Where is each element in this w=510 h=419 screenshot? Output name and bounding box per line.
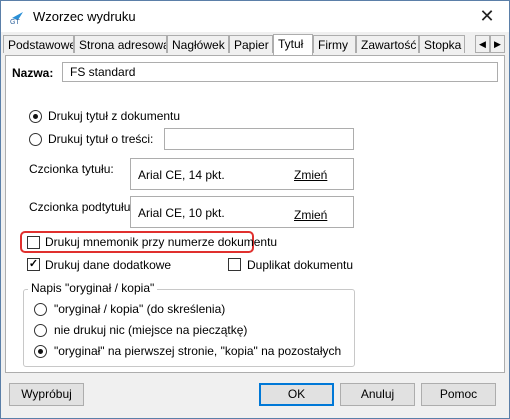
change-subtitle-font-link[interactable]: Zmień: [294, 208, 327, 222]
window-title: Wzorzec wydruku: [33, 9, 136, 24]
tab-zawartosc[interactable]: Zawartość: [356, 35, 419, 53]
radio-title-custom-label: Drukuj tytuł o treści:: [48, 132, 154, 146]
title-bar: GT Wzorzec wydruku ✕: [1, 1, 509, 32]
custom-title-input[interactable]: [164, 128, 354, 150]
radio-print-nothing[interactable]: [34, 324, 47, 337]
name-label: Nazwa:: [12, 66, 54, 80]
close-button[interactable]: ✕: [465, 1, 509, 32]
subtitle-font-label: Czcionka podtytułu:: [29, 200, 134, 214]
original-copy-group-legend: Napis "oryginał / kopia": [28, 281, 158, 295]
ok-button[interactable]: OK: [259, 383, 334, 406]
tab-tytul[interactable]: Tytuł: [273, 34, 313, 55]
tab-stopka[interactable]: Stopka: [419, 35, 465, 53]
tab-firmy[interactable]: Firmy: [313, 35, 356, 53]
svg-text:GT: GT: [10, 19, 20, 25]
tab-scroll-right-icon[interactable]: ▶: [490, 35, 505, 53]
cancel-button[interactable]: Anuluj: [340, 383, 415, 406]
app-logo-icon: GT: [10, 12, 23, 25]
radio-title-custom[interactable]: [29, 133, 42, 146]
help-button[interactable]: Pomoc: [421, 383, 496, 406]
radio-original-copy-strike[interactable]: [34, 303, 47, 316]
subtitle-font-box: Arial CE, 10 pkt. Zmień: [130, 196, 354, 228]
checkbox-mnemonic[interactable]: [27, 236, 40, 249]
radio-original-copy-strike-label: "oryginał / kopia" (do skreślenia): [54, 302, 226, 316]
close-icon: ✕: [479, 6, 495, 26]
title-font-box: Arial CE, 14 pkt. Zmień: [130, 158, 354, 190]
tab-naglowek[interactable]: Nagłówek: [167, 35, 229, 53]
tab-panel-tytul: Nazwa: FS standard Drukuj tytuł z dokume…: [5, 55, 505, 373]
radio-print-nothing-label: nie drukuj nic (miejsce na pieczątkę): [54, 323, 248, 337]
subtitle-font-value: Arial CE, 10 pkt.: [138, 206, 225, 220]
tab-strip: Podstawowe Strona adresowa Nagłówek Papi…: [1, 34, 509, 55]
radio-title-from-document[interactable]: [29, 110, 42, 123]
preview-button[interactable]: Wypróbuj: [9, 383, 84, 406]
checkbox-duplicate[interactable]: [228, 258, 241, 271]
radio-original-first-page-label: "oryginał" na pierwszej stronie, "kopia"…: [54, 344, 342, 358]
tab-scroll-arrows: ◀ ▶: [475, 35, 505, 53]
tab-papier[interactable]: Papier: [229, 35, 273, 53]
radio-title-from-document-label: Drukuj tytuł z dokumentu: [48, 109, 181, 123]
dialog-window: GT Wzorzec wydruku ✕ Podstawowe Strona a…: [0, 0, 510, 419]
radio-original-first-page[interactable]: [34, 345, 47, 358]
title-font-label: Czcionka tytułu:: [29, 162, 114, 176]
checkbox-duplicate-label: Duplikat dokumentu: [247, 258, 354, 272]
checkbox-mnemonic-label: Drukuj mnemonik przy numerze dokumentu: [45, 235, 278, 249]
tab-strona-adresowa[interactable]: Strona adresowa: [74, 35, 167, 53]
checkbox-extra-data[interactable]: ✓: [27, 258, 40, 271]
checkbox-extra-data-label: Drukuj dane dodatkowe: [45, 258, 172, 272]
tab-podstawowe[interactable]: Podstawowe: [3, 35, 74, 53]
tab-scroll-left-icon[interactable]: ◀: [475, 35, 490, 53]
change-title-font-link[interactable]: Zmień: [294, 168, 327, 182]
title-font-value: Arial CE, 14 pkt.: [138, 168, 225, 182]
name-input[interactable]: FS standard: [62, 62, 498, 82]
